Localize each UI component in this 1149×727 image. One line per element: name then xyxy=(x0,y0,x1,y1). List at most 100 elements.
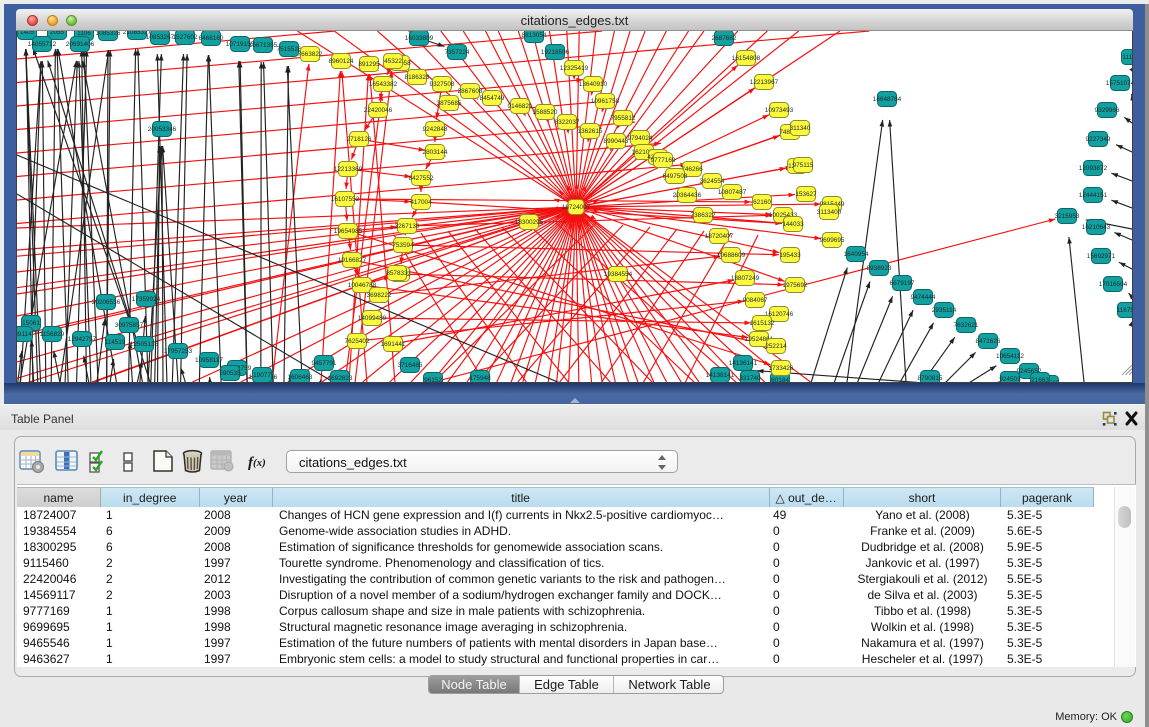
svg-text:8813054: 8813054 xyxy=(522,32,547,39)
svg-text:590535: 590535 xyxy=(219,370,241,377)
svg-text:1156829: 1156829 xyxy=(40,331,65,338)
svg-text:1085326: 1085326 xyxy=(96,31,121,37)
svg-text:12505135: 12505135 xyxy=(130,341,159,348)
svg-text:9327508: 9327508 xyxy=(430,81,455,88)
svg-text:20364436: 20364436 xyxy=(673,192,702,199)
svg-text:1405: 1405 xyxy=(20,31,35,36)
svg-text:331740: 331740 xyxy=(739,375,761,382)
svg-text:18720407: 18720407 xyxy=(705,233,734,240)
svg-text:8427552: 8427552 xyxy=(409,175,434,182)
svg-text:10961758: 10961758 xyxy=(591,98,620,105)
svg-text:8960124: 8960124 xyxy=(329,58,354,65)
svg-text:116753: 116753 xyxy=(1117,307,1132,314)
svg-text:7386322: 7386322 xyxy=(691,212,716,219)
svg-text:3267130: 3267130 xyxy=(395,223,420,230)
svg-text:7357224: 7357224 xyxy=(445,49,470,56)
svg-text:3113400: 3113400 xyxy=(817,209,842,216)
svg-text:19654985: 19654985 xyxy=(334,228,363,235)
svg-text:14138141: 14138141 xyxy=(706,372,735,379)
svg-text:10853267: 10853267 xyxy=(146,34,175,41)
svg-text:30975857: 30975857 xyxy=(115,322,144,329)
svg-text:9794024: 9794024 xyxy=(628,135,653,142)
svg-text:7955812: 7955812 xyxy=(611,115,636,122)
svg-text:20206536: 20206536 xyxy=(92,299,121,306)
svg-text:8322037: 8322037 xyxy=(555,119,580,126)
svg-text:2867608: 2867608 xyxy=(458,88,483,95)
svg-text:891295: 891295 xyxy=(358,61,380,68)
svg-text:20053346: 20053346 xyxy=(148,126,177,133)
svg-text:153627: 153627 xyxy=(795,191,817,198)
svg-text:8186323: 8186323 xyxy=(405,74,430,81)
svg-text:1691441: 1691441 xyxy=(381,341,406,348)
svg-text:8790815: 8790815 xyxy=(918,375,943,382)
svg-text:8471626: 8471626 xyxy=(976,338,1001,345)
svg-text:175948: 175948 xyxy=(469,375,491,382)
svg-text:18807249: 18807249 xyxy=(731,275,760,282)
svg-text:1733426: 1733426 xyxy=(769,365,794,372)
svg-text:417004: 417004 xyxy=(410,199,432,206)
svg-text:14136141: 14136141 xyxy=(729,360,758,367)
svg-text:114519: 114519 xyxy=(105,339,126,346)
svg-text:16210643: 16210643 xyxy=(1082,224,1111,231)
svg-text:16543382: 16543382 xyxy=(369,81,398,88)
svg-text:2935114: 2935114 xyxy=(932,307,957,314)
svg-text:1588520: 1588520 xyxy=(533,109,558,116)
svg-text:13640910: 13640910 xyxy=(579,81,608,88)
svg-text:60184: 60184 xyxy=(771,377,789,382)
svg-text:1362615: 1362615 xyxy=(578,128,603,135)
svg-text:15692971: 15692971 xyxy=(1087,253,1116,260)
svg-text:(x): (x) xyxy=(253,457,266,469)
svg-text:10958117: 10958117 xyxy=(195,357,223,364)
svg-text:753594: 753594 xyxy=(392,242,414,249)
svg-text:9146821: 9146821 xyxy=(508,103,533,110)
svg-text:10973493: 10973493 xyxy=(765,107,794,114)
svg-text:11123: 11123 xyxy=(1123,54,1132,61)
svg-text:9777169: 9777169 xyxy=(651,157,676,164)
svg-text:39114: 39114 xyxy=(17,331,32,338)
svg-text:3215953: 3215953 xyxy=(1055,213,1080,220)
svg-text:3698222: 3698222 xyxy=(367,292,392,299)
svg-text:1615132: 1615132 xyxy=(750,320,775,327)
svg-text:7632621: 7632621 xyxy=(954,322,979,329)
svg-text:144033: 144033 xyxy=(782,221,804,228)
svg-text:1606463: 1606463 xyxy=(288,374,313,381)
svg-text:195433: 195433 xyxy=(779,252,801,259)
svg-text:857833: 857833 xyxy=(386,270,408,277)
svg-text:7663822: 7663822 xyxy=(298,51,323,58)
svg-text:12093872: 12093872 xyxy=(1079,165,1108,172)
svg-text:19166827: 19166827 xyxy=(338,257,367,264)
svg-text:2687682: 2687682 xyxy=(712,35,737,42)
svg-text:1527602: 1527602 xyxy=(173,34,198,41)
svg-text:14099489: 14099489 xyxy=(358,315,387,322)
svg-text:96152: 96152 xyxy=(424,377,442,382)
svg-text:975115: 975115 xyxy=(793,162,814,169)
svg-text:8990443: 8990443 xyxy=(604,138,629,145)
svg-text:12444151: 12444151 xyxy=(1079,192,1108,199)
svg-text:1692823: 1692823 xyxy=(328,375,353,382)
svg-text:8938923: 8938923 xyxy=(867,265,892,272)
svg-text:10654112: 10654112 xyxy=(996,353,1024,360)
svg-text:22420046: 22420046 xyxy=(364,107,393,114)
svg-text:924503: 924503 xyxy=(999,376,1021,382)
svg-text:2718126: 2718126 xyxy=(347,136,372,143)
svg-text:9084067: 9084067 xyxy=(743,297,768,304)
svg-text:3875685: 3875685 xyxy=(437,100,462,107)
svg-text:17359924: 17359924 xyxy=(132,296,161,303)
svg-text:2055: 2055 xyxy=(50,31,65,36)
svg-text:311340: 311340 xyxy=(790,125,811,132)
svg-text:10807487: 10807487 xyxy=(718,189,747,196)
svg-text:3716485: 3716485 xyxy=(398,362,423,369)
svg-text:19077: 19077 xyxy=(253,372,271,379)
svg-text:16154808: 16154808 xyxy=(732,55,761,62)
svg-text:2803144: 2803144 xyxy=(423,149,448,156)
svg-text:16033809: 16033809 xyxy=(405,35,434,42)
svg-text:62160: 62160 xyxy=(753,199,771,206)
svg-text:19218506: 19218506 xyxy=(541,49,570,56)
svg-text:1640954: 1640954 xyxy=(844,251,869,258)
svg-text:6497508: 6497508 xyxy=(663,173,688,180)
svg-text:16671355: 16671355 xyxy=(249,42,278,49)
svg-text:21663: 21663 xyxy=(1031,377,1049,382)
svg-text:45322: 45322 xyxy=(384,58,402,65)
svg-text:20691406: 20691406 xyxy=(66,41,95,48)
svg-text:12213369: 12213369 xyxy=(334,166,363,173)
